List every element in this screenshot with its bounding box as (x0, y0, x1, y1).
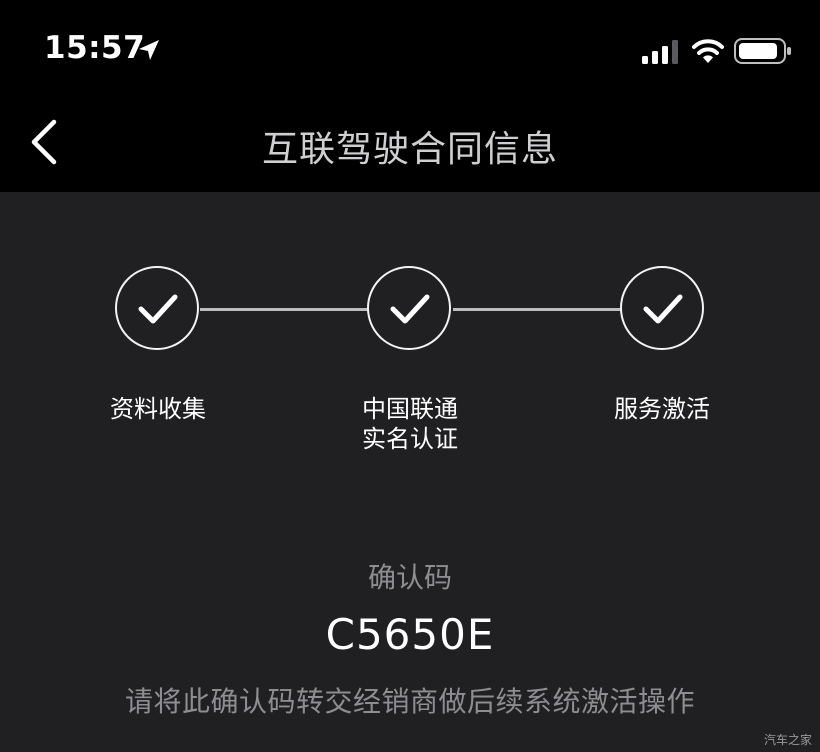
step-3-label: 服务激活 (614, 395, 710, 423)
step-1-label: 资料收集 (110, 395, 206, 423)
checkmark-icon (138, 294, 178, 324)
location-arrow-icon (139, 40, 159, 60)
confirmation-code-title: 确认码 (367, 561, 452, 594)
status-time: 15:57 (44, 30, 146, 66)
step-2-label-line1: 中国联通 (362, 395, 458, 423)
cellular-signal-icon (642, 40, 678, 64)
step-3-circle (620, 266, 704, 350)
confirmation-hint: 请将此确认码转交经销商做后续系统激活操作 (124, 685, 695, 718)
step-2-label: 中国联通 实名认证 (310, 394, 510, 454)
step-connector (453, 308, 621, 311)
top-bar: 15:57 互联驾驶合同信息 (0, 0, 820, 192)
confirmation-code: C5650E (325, 610, 495, 659)
wifi-icon (692, 39, 724, 63)
page-title: 互联驾驶合同信息 (261, 129, 558, 170)
battery-icon (734, 38, 791, 64)
progress-steps: 资料收集 中国联通 实名认证 服务激活 (0, 262, 820, 462)
step-2-label-line2: 实名认证 (362, 425, 458, 453)
step-2-circle (367, 266, 451, 350)
watermark: 汽车之家 (763, 733, 812, 747)
step-connector (200, 308, 368, 311)
checkmark-icon (390, 294, 430, 324)
checkmark-icon (643, 294, 683, 324)
step-1-circle (115, 266, 199, 350)
